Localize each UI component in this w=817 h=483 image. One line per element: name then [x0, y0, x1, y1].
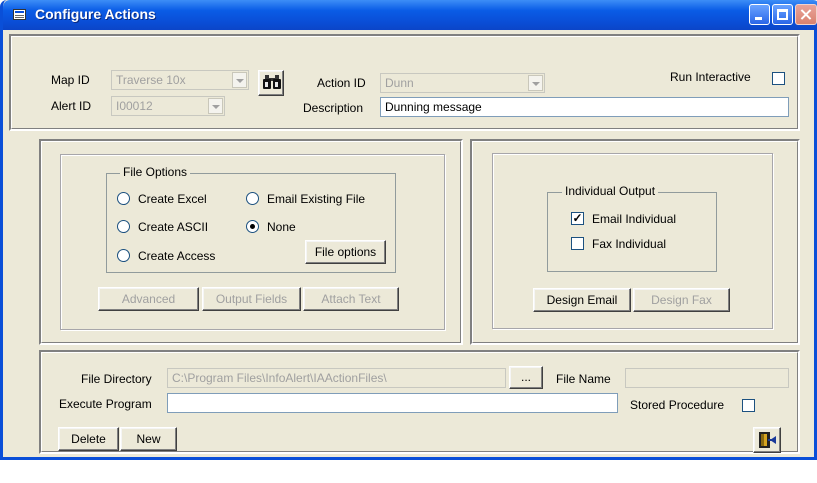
- exit-door-icon: [759, 432, 776, 448]
- run-interactive-checkbox[interactable]: [772, 72, 785, 85]
- delete-button[interactable]: Delete: [58, 427, 119, 451]
- individual-output-frame: [547, 192, 717, 272]
- attach-text-button[interactable]: Attach Text: [303, 287, 399, 311]
- title-bar[interactable]: Configure Actions: [3, 0, 817, 30]
- alert-id-value: I00012: [116, 99, 153, 113]
- chevron-down-icon[interactable]: [208, 98, 223, 114]
- file-directory-label: File Directory: [81, 372, 152, 386]
- action-id-combo[interactable]: Dunn: [380, 73, 545, 93]
- email-individual-label[interactable]: Email Individual: [592, 212, 676, 226]
- window-icon: [13, 9, 26, 20]
- maximize-button[interactable]: [772, 4, 793, 25]
- fax-individual-label[interactable]: Fax Individual: [592, 237, 666, 251]
- search-map-button[interactable]: [258, 70, 284, 96]
- create-excel-label[interactable]: Create Excel: [138, 192, 207, 206]
- file-directory-input[interactable]: C:\Program Files\InfoAlert\IAActionFiles…: [167, 368, 506, 388]
- stored-procedure-label: Stored Procedure: [630, 398, 725, 412]
- action-id-value: Dunn: [385, 76, 414, 90]
- output-fields-button[interactable]: Output Fields: [202, 287, 301, 311]
- none-label[interactable]: None: [267, 220, 296, 234]
- description-label: Description: [303, 101, 364, 115]
- file-options-button[interactable]: File options: [305, 240, 386, 264]
- alert-id-label: Alert ID: [51, 99, 92, 113]
- design-email-button[interactable]: Design Email: [533, 288, 631, 312]
- none-radio[interactable]: [246, 220, 259, 233]
- new-button[interactable]: New: [120, 427, 177, 451]
- create-access-label[interactable]: Create Access: [138, 249, 215, 263]
- chevron-down-icon[interactable]: [528, 75, 543, 91]
- map-id-label: Map ID: [51, 73, 90, 87]
- design-fax-button[interactable]: Design Fax: [633, 288, 730, 312]
- alert-id-combo[interactable]: I00012: [111, 96, 225, 116]
- binoculars-icon: [263, 75, 281, 89]
- stored-procedure-checkbox[interactable]: [742, 399, 755, 412]
- action-id-label: Action ID: [317, 76, 366, 90]
- chevron-down-icon[interactable]: [232, 72, 247, 88]
- map-id-value: Traverse 10x: [116, 73, 186, 87]
- window-title: Configure Actions: [35, 6, 156, 22]
- close-button[interactable]: [795, 4, 817, 25]
- description-input[interactable]: Dunning message: [380, 97, 789, 117]
- advanced-button[interactable]: Advanced: [98, 287, 199, 311]
- file-name-input[interactable]: [625, 368, 789, 388]
- create-ascii-radio[interactable]: [117, 220, 130, 233]
- file-options-legend: File Options: [120, 165, 191, 179]
- minimize-button[interactable]: [749, 4, 770, 25]
- email-existing-file-radio[interactable]: [246, 192, 259, 205]
- email-existing-file-label[interactable]: Email Existing File: [267, 192, 365, 206]
- email-individual-checkbox[interactable]: ✓: [571, 212, 584, 225]
- browse-button[interactable]: ...: [509, 366, 543, 389]
- exit-button[interactable]: [753, 427, 781, 453]
- fax-individual-checkbox[interactable]: [571, 237, 584, 250]
- configure-actions-window: Configure Actions Map ID Traverse 10x Al…: [0, 0, 817, 460]
- file-name-label: File Name: [556, 372, 611, 386]
- execute-program-label: Execute Program: [59, 397, 152, 411]
- create-ascii-label[interactable]: Create ASCII: [138, 220, 208, 234]
- create-excel-radio[interactable]: [117, 192, 130, 205]
- create-access-radio[interactable]: [117, 249, 130, 262]
- individual-output-legend: Individual Output: [562, 184, 659, 198]
- map-id-combo[interactable]: Traverse 10x: [111, 70, 249, 90]
- run-interactive-label: Run Interactive: [670, 70, 751, 84]
- execute-program-input[interactable]: [167, 393, 618, 413]
